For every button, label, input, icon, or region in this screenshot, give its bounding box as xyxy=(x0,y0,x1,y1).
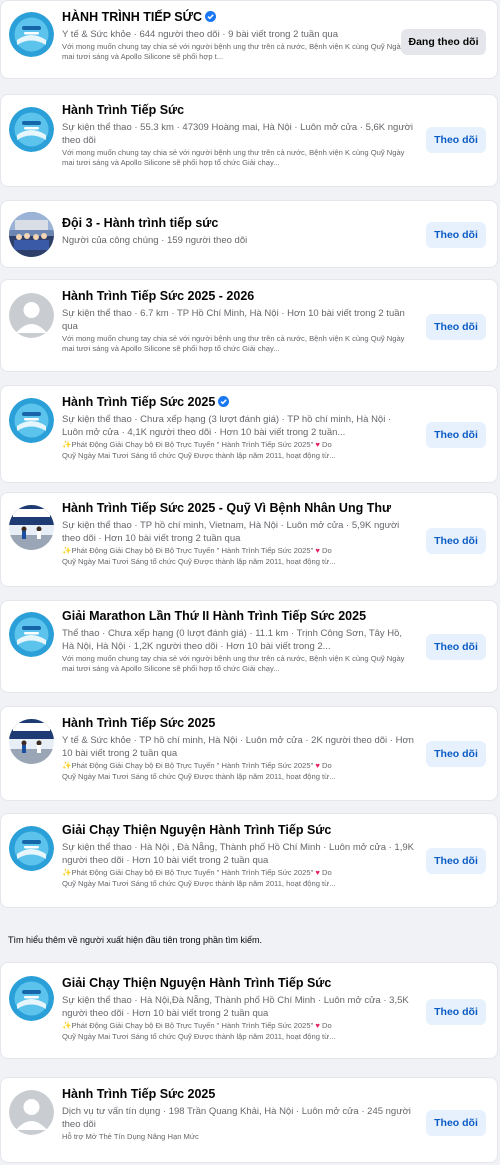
page-meta: Y tế & Sức khỏe · 644 người theo dõi · 9… xyxy=(62,29,338,40)
result-card[interactable]: Giải Marathon Lần Thứ II Hành Trình Tiếp… xyxy=(0,600,498,693)
section-note: Tìm hiểu thêm về người xuất hiện đầu tiê… xyxy=(8,935,263,945)
result-card[interactable]: Hành Trình Tiếp Sức 2025 Sự kiện thể tha… xyxy=(0,385,498,483)
page-title[interactable]: Hành Trình Tiếp Sức xyxy=(62,103,414,118)
follow-button[interactable]: Theo dõi xyxy=(426,848,486,874)
follow-button[interactable]: Theo dõi xyxy=(426,422,486,448)
page-meta: Y tế & Sức khỏe · TP hồ chí minh, Hà Nội… xyxy=(62,735,414,759)
result-card[interactable]: HÀNH TRÌNH TIẾP SỨC Y tế & Sức khỏe · 64… xyxy=(0,0,498,79)
page-description: ✨Phát Động Giải Chạy bộ Đi Bộ Trực Tuyến… xyxy=(62,868,332,877)
page-title[interactable]: Hành Trình Tiếp Sức 2025 xyxy=(62,716,414,731)
hanh-trinh-logo-icon xyxy=(9,398,54,443)
result-card[interactable]: Hành Trình Tiếp Sức 2025 Y tế & Sức khỏe… xyxy=(0,706,498,801)
follow-button[interactable]: Theo dõi xyxy=(426,528,486,554)
follow-button[interactable]: Theo dõi xyxy=(426,634,486,660)
page-avatar[interactable] xyxy=(9,293,54,338)
page-title[interactable]: Đội 3 - Hành trình tiếp sức xyxy=(62,216,414,231)
page-avatar[interactable] xyxy=(9,612,54,657)
page-avatar[interactable] xyxy=(9,505,54,550)
page-description: ✨Phát Động Giải Chạy bộ Đi Bộ Trực Tuyến… xyxy=(62,761,332,770)
result-card[interactable]: Hành Trình Tiếp Sức 2025 - Quỹ Vì Bệnh N… xyxy=(0,492,498,587)
default-profile-icon xyxy=(9,1090,54,1135)
result-card[interactable]: Hành Trình Tiếp Sức Sự kiện thể thao · 5… xyxy=(0,94,498,187)
page-description: Hỗ trợ Mở Thẻ Tín Dụng Nâng Hạn Mức xyxy=(62,1132,199,1141)
page-avatar[interactable] xyxy=(9,212,54,257)
page-description-line2: Quỹ Ngày Mai Tươi Sáng tổ chức Quỹ Được … xyxy=(62,772,336,781)
page-description: ✨Phát Động Giải Chạy bộ Đi Bộ Trực Tuyến… xyxy=(62,440,332,449)
verified-badge-icon xyxy=(218,396,230,407)
follow-button[interactable]: Theo dõi xyxy=(426,1110,486,1136)
result-card[interactable]: Giải Chạy Thiện Nguyện Hành Trình Tiếp S… xyxy=(0,813,498,908)
page-avatar[interactable] xyxy=(9,398,54,443)
page-avatar[interactable] xyxy=(9,976,54,1021)
page-avatar[interactable] xyxy=(9,826,54,871)
page-avatar[interactable] xyxy=(9,12,54,57)
page-title[interactable]: HÀNH TRÌNH TIẾP SỨC xyxy=(62,10,414,25)
heart-icon: ♥ xyxy=(315,761,320,770)
hanh-trinh-logo-icon xyxy=(9,107,54,152)
heart-icon: ♥ xyxy=(315,868,320,877)
page-description-line2: Quỹ Ngày Mai Tươi Sáng tổ chức Quỹ Được … xyxy=(62,557,336,566)
page-meta: Sự kiện thể thao · 55.3 km · 47309 Hoàng… xyxy=(62,122,414,146)
page-title[interactable]: Giải Chạy Thiện Nguyện Hành Trình Tiếp S… xyxy=(62,976,414,991)
result-card[interactable]: Đội 3 - Hành trình tiếp sức Người của cô… xyxy=(0,200,498,268)
page-title[interactable]: Hành Trình Tiếp Sức 2025 xyxy=(62,395,414,410)
page-description-line2: Quỹ Ngày Mai Tươi Sáng tổ chức Quỹ Được … xyxy=(62,451,336,460)
page-avatar[interactable] xyxy=(9,107,54,152)
heart-icon: ♥ xyxy=(315,546,320,555)
result-card[interactable]: Hành Trình Tiếp Sức 2025 - 2026 Sự kiện … xyxy=(0,279,498,372)
page-description: ✨Phát Động Giải Chạy bộ Đi Bộ Trực Tuyến… xyxy=(62,546,332,555)
result-card[interactable]: Hành Trình Tiếp Sức 2025 Dịch vụ tư vấn … xyxy=(0,1077,498,1163)
page-meta: Sự kiện thể thao · 6.7 km · TP Hồ Chí Mi… xyxy=(62,308,405,332)
runners-photo-icon xyxy=(9,719,54,764)
follow-button[interactable]: Theo dõi xyxy=(426,314,486,340)
heart-icon: ♥ xyxy=(315,1021,320,1030)
following-button[interactable]: Đang theo dõi xyxy=(401,29,486,55)
follow-button[interactable]: Theo dõi xyxy=(426,222,486,248)
page-avatar[interactable] xyxy=(9,719,54,764)
hanh-trinh-logo-icon xyxy=(9,826,54,871)
page-meta: Thể thao · Chưa xếp hạng (0 lượt đánh gi… xyxy=(62,628,403,652)
follow-button[interactable]: Theo dõi xyxy=(426,127,486,153)
page-meta: Sự kiện thể thao · Chưa xếp hạng (3 lượt… xyxy=(62,414,392,438)
page-title[interactable]: Giải Marathon Lần Thứ II Hành Trình Tiếp… xyxy=(62,609,414,624)
hanh-trinh-logo-icon xyxy=(9,12,54,57)
page-avatar[interactable] xyxy=(9,1090,54,1135)
group-photo-icon xyxy=(9,212,54,257)
default-profile-icon xyxy=(9,293,54,338)
page-description-line2: Quỹ Ngày Mai Tươi Sáng tổ chức Quỹ Được … xyxy=(62,879,336,888)
page-meta: Sự kiện thể thao · Hà Nội,Đà Nẵng, Thành… xyxy=(62,995,409,1019)
page-description: ✨Phát Động Giải Chạy bộ Đi Bộ Trực Tuyến… xyxy=(62,1021,332,1030)
page-description: Với mong muốn chung tay chia sẻ với ngườ… xyxy=(62,42,405,61)
page-meta: Sự kiện thể thao · TP hồ chí minh, Vietn… xyxy=(62,520,400,544)
page-meta: Dịch vụ tư vấn tín dụng · 198 Trần Quang… xyxy=(62,1106,411,1130)
page-title[interactable]: Hành Trình Tiếp Sức 2025 - Quỹ Vì Bệnh N… xyxy=(62,501,414,516)
page-meta: Sự kiện thể thao · Hà Nội , Đà Nẵng, Thà… xyxy=(62,842,414,866)
follow-button[interactable]: Theo dõi xyxy=(426,999,486,1025)
page-description: Với mong muốn chung tay chia sẻ với ngườ… xyxy=(62,654,405,673)
page-description: Với mong muốn chung tay chia sẻ với ngườ… xyxy=(62,148,405,167)
result-card[interactable]: Giải Chạy Thiện Nguyện Hành Trình Tiếp S… xyxy=(0,962,498,1059)
page-title[interactable]: Hành Trình Tiếp Sức 2025 xyxy=(62,1087,414,1102)
page-description: Với mong muốn chung tay chia sẻ với ngườ… xyxy=(62,334,405,353)
page-title[interactable]: Hành Trình Tiếp Sức 2025 - 2026 xyxy=(62,289,414,304)
page-title[interactable]: Giải Chạy Thiện Nguyện Hành Trình Tiếp S… xyxy=(62,823,414,838)
runners-photo-icon xyxy=(9,505,54,550)
follow-button[interactable]: Theo dõi xyxy=(426,741,486,767)
page-description-line2: Quỹ Ngày Mai Tươi Sáng tổ chức Quỹ Được … xyxy=(62,1032,336,1041)
page-meta: Người của công chúng · 159 người theo dõ… xyxy=(62,235,248,246)
hanh-trinh-logo-icon xyxy=(9,976,54,1021)
hanh-trinh-logo-icon xyxy=(9,612,54,657)
verified-badge-icon xyxy=(205,11,217,22)
heart-icon: ♥ xyxy=(315,440,320,449)
